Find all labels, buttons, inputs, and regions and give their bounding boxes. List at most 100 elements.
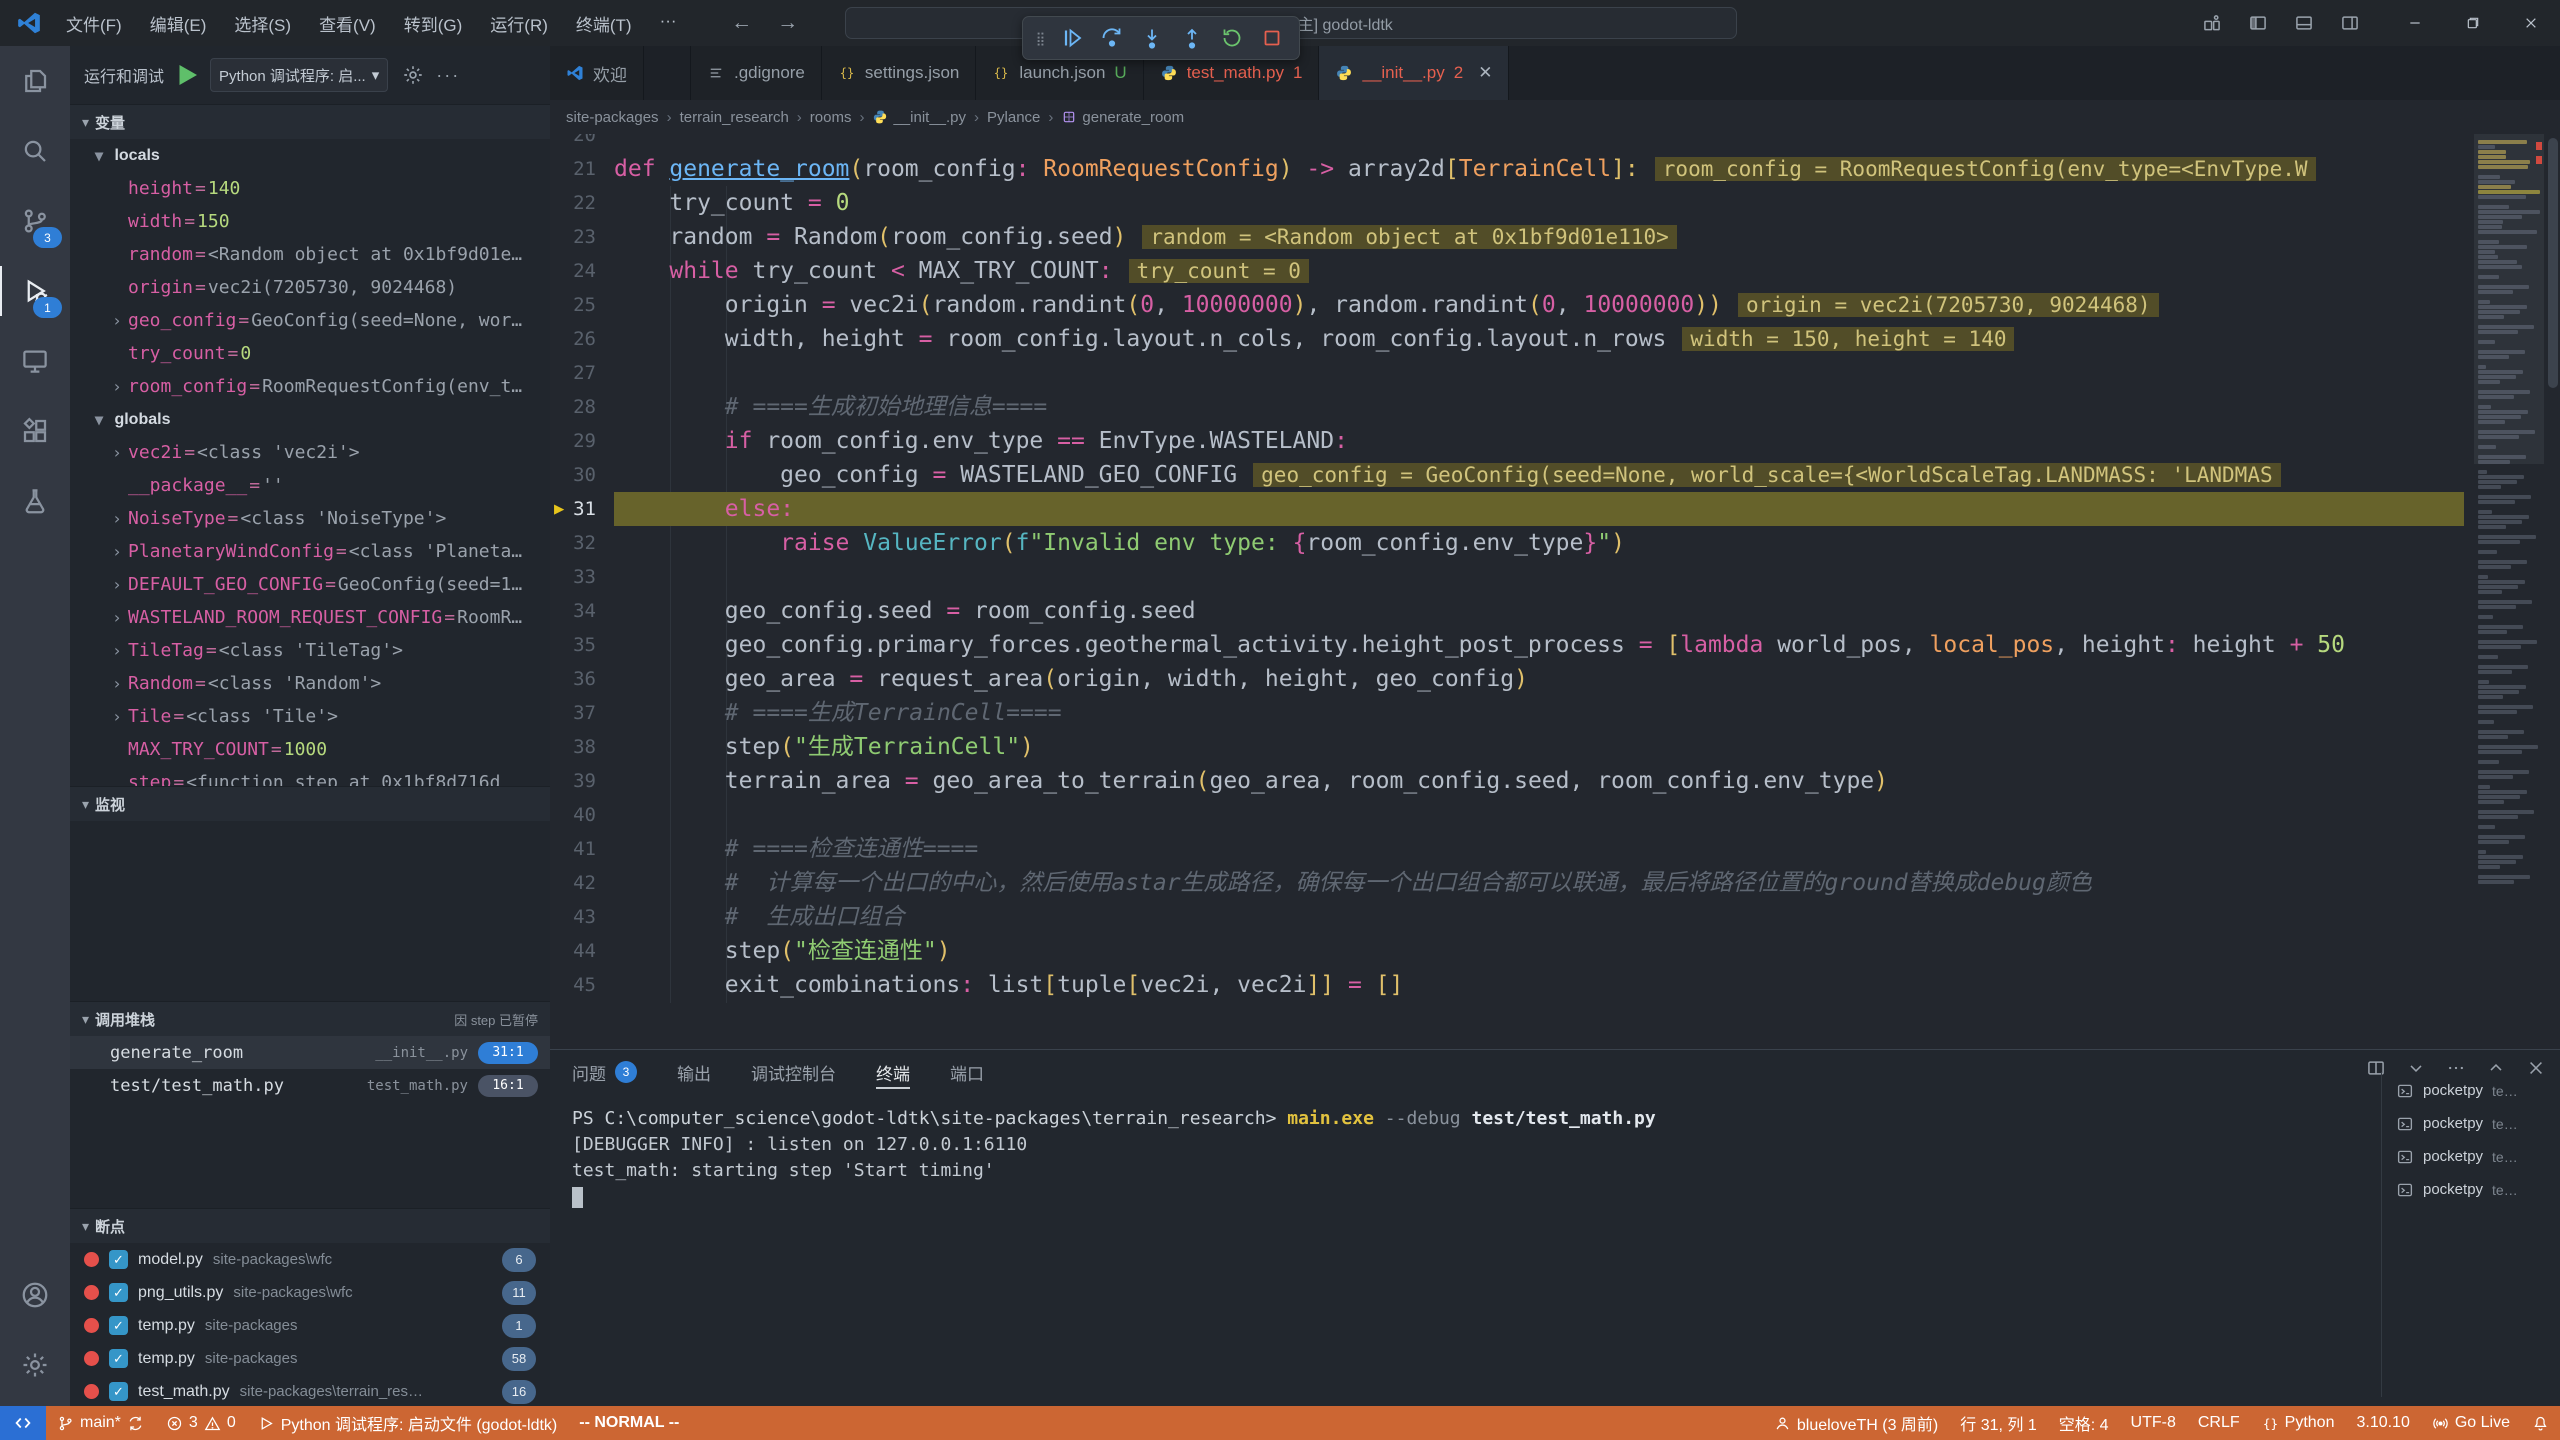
tab-__init__.py[interactable]: __init__.py2✕ — [1319, 46, 1509, 100]
breadcrumb-item[interactable]: __init__.py — [872, 109, 966, 126]
restart-button[interactable] — [1215, 21, 1249, 55]
line-number[interactable]: 44 — [550, 934, 596, 968]
variable-row[interactable]: MAX_TRY_COUNT = 1000 — [70, 733, 550, 766]
tab-欢迎[interactable]: 欢迎 — [550, 46, 644, 100]
variable-row[interactable]: › NoiseType = <class 'NoiseType'> — [70, 502, 550, 535]
menu-item[interactable]: 选择(S) — [224, 7, 301, 40]
statusbar-problems[interactable]: 30 — [155, 1406, 247, 1440]
stack-frame[interactable]: generate_room __init__.py 31:1 — [70, 1036, 550, 1069]
variable-row[interactable]: step = <function step at 0x1bf8d716d — [70, 766, 550, 786]
editor-scrollbar[interactable] — [2546, 134, 2560, 1003]
variable-row[interactable]: › Tile = <class 'Tile'> — [70, 700, 550, 733]
callstack-header[interactable]: ▾调用堆栈因 step 已暂停 — [70, 1001, 550, 1036]
variable-row[interactable]: try_count = 0 — [70, 337, 550, 370]
line-number[interactable]: 43 — [550, 900, 596, 934]
statusbar-vim-mode[interactable]: -- NORMAL -- — [568, 1406, 690, 1440]
toggle-sidebar-button[interactable] — [2248, 13, 2268, 33]
breakpoint-checkbox[interactable]: ✓ — [109, 1250, 128, 1269]
variable-row[interactable]: __package__ = '' — [70, 469, 550, 502]
minimap[interactable] — [2474, 134, 2544, 1003]
breakpoint-row[interactable]: ✓ png_utils.py site-packages\wfc 11 — [70, 1276, 550, 1309]
variable-row[interactable]: random = <Random object at 0x1bf9d01e… — [70, 238, 550, 271]
statusbar-debug-config[interactable]: Python 调试程序: 启动文件 (godot-ldtk) — [247, 1406, 569, 1440]
menu-item[interactable]: 编辑(E) — [140, 7, 217, 40]
activity-explorer[interactable] — [0, 46, 70, 116]
customize-layout-button[interactable] — [2202, 13, 2222, 33]
variable-row[interactable]: › vec2i = <class 'vec2i'> — [70, 436, 550, 469]
variable-row[interactable]: origin = vec2i(7205730, 9024468) — [70, 271, 550, 304]
line-number[interactable]: 39 — [550, 764, 596, 798]
activity-search[interactable] — [0, 116, 70, 186]
tab-.gdignore[interactable]: .gdignore — [691, 46, 822, 100]
statusbar-go-live[interactable]: Go Live — [2421, 1406, 2521, 1440]
line-number[interactable]: 45 — [550, 968, 596, 1002]
statusbar-python-version[interactable]: 3.10.10 — [2345, 1406, 2420, 1440]
variable-row[interactable]: height = 140 — [70, 172, 550, 205]
statusbar-branch[interactable]: main* — [46, 1406, 155, 1440]
line-number[interactable]: 21 — [550, 152, 596, 186]
step-into-button[interactable] — [1135, 21, 1169, 55]
line-number[interactable]: 29 — [550, 424, 596, 458]
continue-button[interactable] — [1055, 21, 1089, 55]
line-number[interactable]: 22 — [550, 186, 596, 220]
terminal-list-item[interactable]: pocketpy te… — [2382, 1173, 2560, 1206]
activity-settings[interactable] — [0, 1330, 70, 1400]
line-number[interactable]: 26 — [550, 322, 596, 356]
activity-run-and-debug[interactable]: 1 — [0, 256, 70, 326]
toggle-secondary-sidebar-button[interactable] — [2340, 13, 2360, 33]
toggle-panel-button[interactable] — [2294, 13, 2314, 33]
line-number[interactable]: 20 — [550, 134, 596, 152]
more-actions-button[interactable]: ··· — [436, 65, 460, 86]
breakpoint-row[interactable]: ✓ temp.py site-packages 1 — [70, 1309, 550, 1342]
tab-settings.json[interactable]: {} settings.json — [822, 46, 977, 100]
activity-remote-explorer[interactable] — [0, 326, 70, 396]
line-number[interactable]: 34 — [550, 594, 596, 628]
breakpoint-row[interactable]: ✓ temp.py site-packages 58 — [70, 1342, 550, 1375]
watch-header[interactable]: ▾监视 — [70, 786, 550, 821]
variable-row[interactable]: › PlanetaryWindConfig = <class 'Planeta… — [70, 535, 550, 568]
line-number[interactable]: 42 — [550, 866, 596, 900]
line-number[interactable]: 37 — [550, 696, 596, 730]
line-number[interactable]: 32 — [550, 526, 596, 560]
minimize-button[interactable] — [2386, 0, 2444, 46]
menu-more-button[interactable]: ··· — [650, 7, 687, 40]
statusbar-cursor-position[interactable]: 行 31, 列 1 — [1949, 1406, 2047, 1440]
stop-button[interactable] — [1255, 21, 1289, 55]
step-over-button[interactable] — [1095, 21, 1129, 55]
panel-tab-调试控制台[interactable]: 调试控制台 — [751, 1050, 836, 1094]
breadcrumb-item[interactable]: rooms — [810, 109, 852, 126]
variable-row[interactable]: › Random = <class 'Random'> — [70, 667, 550, 700]
statusbar-git-blame[interactable]: blueloveTH (3 周前) — [1763, 1406, 1949, 1440]
breadcrumb-item[interactable]: site-packages — [566, 109, 659, 126]
variables-header[interactable]: ▾变量 — [70, 104, 550, 139]
statusbar-language-mode[interactable]: {}Python — [2251, 1406, 2346, 1440]
panel-tab-输出[interactable]: 输出 — [677, 1050, 711, 1094]
code-editor[interactable]: 2021def generate_room(room_config: RoomR… — [550, 134, 2560, 1003]
stack-frame[interactable]: test/test_math.py test_math.py 16:1 — [70, 1069, 550, 1102]
line-number[interactable]: 40 — [550, 798, 596, 832]
panel-tab-端口[interactable]: 端口 — [950, 1050, 984, 1094]
line-number[interactable]: 33 — [550, 560, 596, 594]
line-number[interactable]: 36 — [550, 662, 596, 696]
terminal-output[interactable]: PS C:\computer_science\godot-ldtk\site-p… — [572, 1106, 2370, 1397]
close-button[interactable] — [2502, 0, 2560, 46]
menu-item[interactable]: 终端(T) — [566, 7, 642, 40]
breakpoint-checkbox[interactable]: ✓ — [109, 1382, 128, 1401]
menu-item[interactable]: 运行(R) — [480, 7, 558, 40]
line-number[interactable]: 41 — [550, 832, 596, 866]
line-number[interactable]: 30 — [550, 458, 596, 492]
line-number[interactable]: 23 — [550, 220, 596, 254]
breakpoint-row[interactable]: ✓ model.py site-packages\wfc 6 — [70, 1243, 550, 1276]
start-debug-button[interactable] — [172, 60, 202, 90]
activity-extensions[interactable] — [0, 396, 70, 466]
breakpoint-row[interactable]: ✓ test_math.py site-packages\terrain_res… — [70, 1375, 550, 1406]
activity-account[interactable] — [0, 1260, 70, 1330]
breadcrumb-item[interactable]: generate_room — [1061, 109, 1184, 126]
debug-config-dropdown[interactable]: Python 调试程序: 启... ▾ — [210, 58, 388, 92]
breakpoint-checkbox[interactable]: ✓ — [109, 1349, 128, 1368]
menu-item[interactable]: 文件(F) — [56, 7, 132, 40]
line-number[interactable]: 24 — [550, 254, 596, 288]
terminal-list-item[interactable]: pocketpy te… — [2382, 1107, 2560, 1140]
variable-row[interactable]: › WASTELAND_ROOM_REQUEST_CONFIG = RoomR… — [70, 601, 550, 634]
panel-tab-问题[interactable]: 问题 3 — [572, 1050, 637, 1094]
